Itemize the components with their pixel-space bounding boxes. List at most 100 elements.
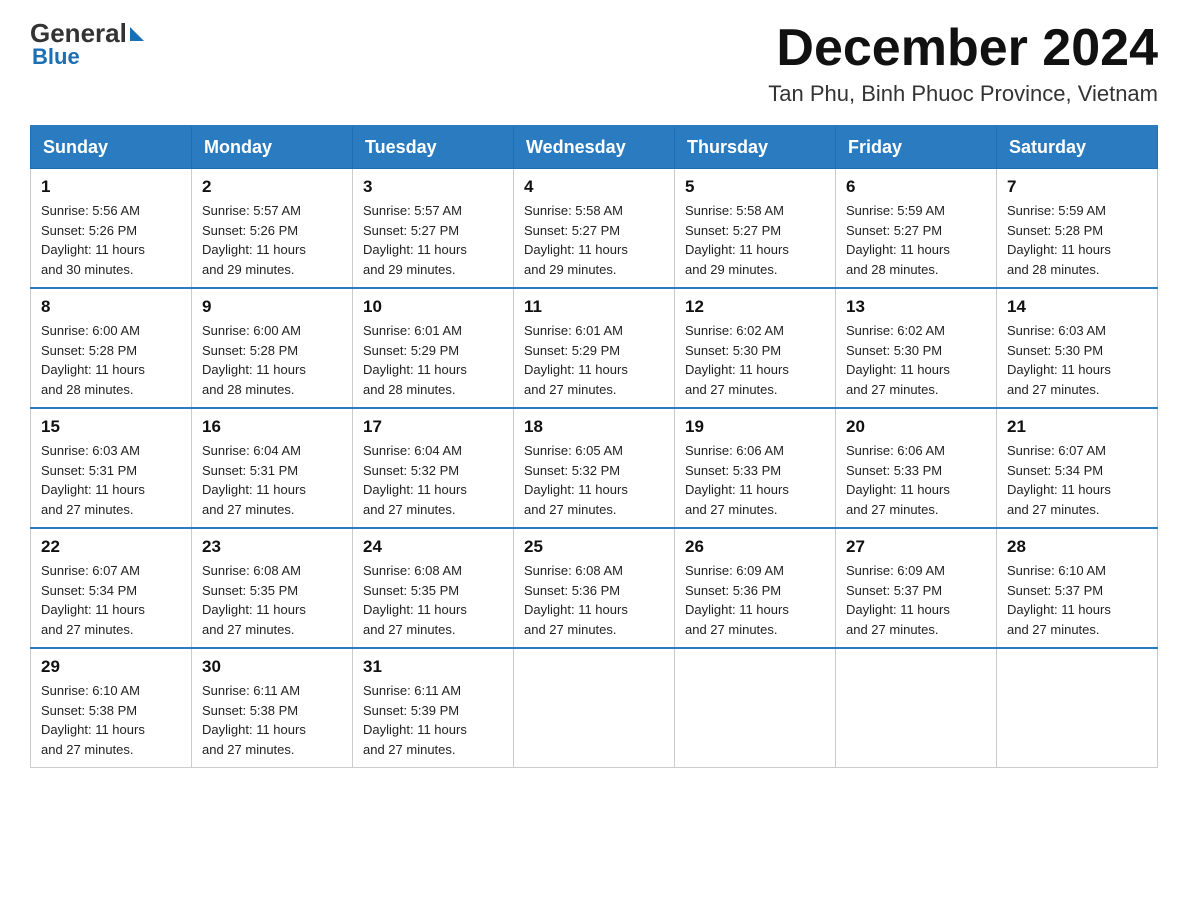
- day-number: 26: [685, 537, 825, 557]
- calendar-cell: 2 Sunrise: 5:57 AMSunset: 5:26 PMDaylight…: [192, 169, 353, 289]
- calendar-cell: 7 Sunrise: 5:59 AMSunset: 5:28 PMDaylight…: [997, 169, 1158, 289]
- day-number: 17: [363, 417, 503, 437]
- day-number: 22: [41, 537, 181, 557]
- day-number: 6: [846, 177, 986, 197]
- calendar-week-row: 8Sunrise: 6:00 AMSunset: 5:28 PMDaylight…: [31, 288, 1158, 408]
- day-info: Sunrise: 6:02 AMSunset: 5:30 PMDaylight:…: [685, 321, 825, 399]
- calendar-table: SundayMondayTuesdayWednesdayThursdayFrid…: [30, 125, 1158, 768]
- day-info: Sunrise: 6:01 AMSunset: 5:29 PMDaylight:…: [524, 321, 664, 399]
- calendar-cell: 19 Sunrise: 6:06 AMSunset: 5:33 PMDayligh…: [675, 408, 836, 528]
- calendar-week-row: 1 Sunrise: 5:56 AMSunset: 5:26 PMDaylight…: [31, 169, 1158, 289]
- calendar-cell: [514, 648, 675, 768]
- day-number: 29: [41, 657, 181, 677]
- weekday-header-saturday: Saturday: [997, 126, 1158, 169]
- day-info: Sunrise: 6:11 AMSunset: 5:39 PMDaylight:…: [363, 681, 503, 759]
- day-number: 12: [685, 297, 825, 317]
- day-info: Sunrise: 6:07 AMSunset: 5:34 PMDaylight:…: [1007, 441, 1147, 519]
- day-info: Sunrise: 6:06 AMSunset: 5:33 PMDaylight:…: [685, 441, 825, 519]
- day-number: 20: [846, 417, 986, 437]
- day-number: 28: [1007, 537, 1147, 557]
- day-number: 7: [1007, 177, 1147, 197]
- logo-general-text: General: [30, 20, 127, 46]
- day-info: Sunrise: 6:04 AMSunset: 5:31 PMDaylight:…: [202, 441, 342, 519]
- day-number: 1: [41, 177, 181, 197]
- day-number: 24: [363, 537, 503, 557]
- calendar-week-row: 15 Sunrise: 6:03 AMSunset: 5:31 PMDayligh…: [31, 408, 1158, 528]
- day-info: Sunrise: 6:07 AMSunset: 5:34 PMDaylight:…: [41, 561, 181, 639]
- day-number: 23: [202, 537, 342, 557]
- day-number: 15: [41, 417, 181, 437]
- calendar-cell: 3 Sunrise: 5:57 AMSunset: 5:27 PMDaylight…: [353, 169, 514, 289]
- day-info: Sunrise: 6:05 AMSunset: 5:32 PMDaylight:…: [524, 441, 664, 519]
- day-number: 10: [363, 297, 503, 317]
- calendar-cell: 15 Sunrise: 6:03 AMSunset: 5:31 PMDayligh…: [31, 408, 192, 528]
- calendar-cell: 1 Sunrise: 5:56 AMSunset: 5:26 PMDaylight…: [31, 169, 192, 289]
- day-info: Sunrise: 6:09 AMSunset: 5:37 PMDaylight:…: [846, 561, 986, 639]
- calendar-cell: 24 Sunrise: 6:08 AMSunset: 5:35 PMDayligh…: [353, 528, 514, 648]
- weekday-header-wednesday: Wednesday: [514, 126, 675, 169]
- day-info: Sunrise: 6:08 AMSunset: 5:35 PMDaylight:…: [202, 561, 342, 639]
- calendar-cell: 16 Sunrise: 6:04 AMSunset: 5:31 PMDayligh…: [192, 408, 353, 528]
- day-info: Sunrise: 6:00 AMSunset: 5:28 PMDaylight:…: [41, 321, 181, 399]
- day-number: 11: [524, 297, 664, 317]
- calendar-week-row: 22 Sunrise: 6:07 AMSunset: 5:34 PMDayligh…: [31, 528, 1158, 648]
- day-info: Sunrise: 6:08 AMSunset: 5:36 PMDaylight:…: [524, 561, 664, 639]
- day-number: 16: [202, 417, 342, 437]
- location-label: Tan Phu, Binh Phuoc Province, Vietnam: [768, 81, 1158, 107]
- calendar-header-row: SundayMondayTuesdayWednesdayThursdayFrid…: [31, 126, 1158, 169]
- calendar-cell: 10 Sunrise: 6:01 AMSunset: 5:29 PMDayligh…: [353, 288, 514, 408]
- month-title: December 2024: [768, 20, 1158, 77]
- logo-arrow-icon: [130, 27, 144, 41]
- calendar-cell: [675, 648, 836, 768]
- calendar-cell: 18 Sunrise: 6:05 AMSunset: 5:32 PMDayligh…: [514, 408, 675, 528]
- day-info: Sunrise: 5:58 AMSunset: 5:27 PMDaylight:…: [524, 201, 664, 279]
- calendar-cell: 28Sunrise: 6:10 AMSunset: 5:37 PMDayligh…: [997, 528, 1158, 648]
- calendar-cell: 12 Sunrise: 6:02 AMSunset: 5:30 PMDayligh…: [675, 288, 836, 408]
- day-info: Sunrise: 5:57 AMSunset: 5:26 PMDaylight:…: [202, 201, 342, 279]
- day-info: Sunrise: 5:59 AMSunset: 5:28 PMDaylight:…: [1007, 201, 1147, 279]
- calendar-cell: 11 Sunrise: 6:01 AMSunset: 5:29 PMDayligh…: [514, 288, 675, 408]
- day-info: Sunrise: 6:10 AMSunset: 5:38 PMDaylight:…: [41, 681, 181, 759]
- calendar-cell: 17 Sunrise: 6:04 AMSunset: 5:32 PMDayligh…: [353, 408, 514, 528]
- calendar-cell: 21Sunrise: 6:07 AMSunset: 5:34 PMDayligh…: [997, 408, 1158, 528]
- day-number: 31: [363, 657, 503, 677]
- calendar-week-row: 29 Sunrise: 6:10 AMSunset: 5:38 PMDayligh…: [31, 648, 1158, 768]
- day-info: Sunrise: 6:03 AMSunset: 5:30 PMDaylight:…: [1007, 321, 1147, 399]
- day-number: 14: [1007, 297, 1147, 317]
- calendar-cell: 5Sunrise: 5:58 AMSunset: 5:27 PMDaylight…: [675, 169, 836, 289]
- day-info: Sunrise: 5:56 AMSunset: 5:26 PMDaylight:…: [41, 201, 181, 279]
- day-info: Sunrise: 5:59 AMSunset: 5:27 PMDaylight:…: [846, 201, 986, 279]
- day-number: 25: [524, 537, 664, 557]
- day-info: Sunrise: 6:09 AMSunset: 5:36 PMDaylight:…: [685, 561, 825, 639]
- calendar-cell: 27 Sunrise: 6:09 AMSunset: 5:37 PMDayligh…: [836, 528, 997, 648]
- weekday-header-friday: Friday: [836, 126, 997, 169]
- weekday-header-monday: Monday: [192, 126, 353, 169]
- day-info: Sunrise: 6:06 AMSunset: 5:33 PMDaylight:…: [846, 441, 986, 519]
- day-info: Sunrise: 6:03 AMSunset: 5:31 PMDaylight:…: [41, 441, 181, 519]
- day-number: 27: [846, 537, 986, 557]
- day-number: 4: [524, 177, 664, 197]
- calendar-cell: 29 Sunrise: 6:10 AMSunset: 5:38 PMDayligh…: [31, 648, 192, 768]
- day-info: Sunrise: 5:57 AMSunset: 5:27 PMDaylight:…: [363, 201, 503, 279]
- calendar-cell: 13Sunrise: 6:02 AMSunset: 5:30 PMDayligh…: [836, 288, 997, 408]
- day-info: Sunrise: 6:02 AMSunset: 5:30 PMDaylight:…: [846, 321, 986, 399]
- day-info: Sunrise: 6:08 AMSunset: 5:35 PMDaylight:…: [363, 561, 503, 639]
- day-number: 2: [202, 177, 342, 197]
- calendar-cell: 22 Sunrise: 6:07 AMSunset: 5:34 PMDayligh…: [31, 528, 192, 648]
- calendar-cell: 20 Sunrise: 6:06 AMSunset: 5:33 PMDayligh…: [836, 408, 997, 528]
- calendar-cell: 4 Sunrise: 5:58 AMSunset: 5:27 PMDaylight…: [514, 169, 675, 289]
- calendar-cell: [836, 648, 997, 768]
- day-info: Sunrise: 6:11 AMSunset: 5:38 PMDaylight:…: [202, 681, 342, 759]
- calendar-cell: 23 Sunrise: 6:08 AMSunset: 5:35 PMDayligh…: [192, 528, 353, 648]
- day-number: 19: [685, 417, 825, 437]
- logo[interactable]: General Blue: [30, 20, 144, 70]
- day-number: 3: [363, 177, 503, 197]
- day-number: 5: [685, 177, 825, 197]
- weekday-header-tuesday: Tuesday: [353, 126, 514, 169]
- day-info: Sunrise: 6:01 AMSunset: 5:29 PMDaylight:…: [363, 321, 503, 399]
- calendar-cell: [997, 648, 1158, 768]
- day-info: Sunrise: 6:04 AMSunset: 5:32 PMDaylight:…: [363, 441, 503, 519]
- day-number: 18: [524, 417, 664, 437]
- calendar-cell: 8Sunrise: 6:00 AMSunset: 5:28 PMDaylight…: [31, 288, 192, 408]
- logo-blue-text: Blue: [32, 44, 80, 70]
